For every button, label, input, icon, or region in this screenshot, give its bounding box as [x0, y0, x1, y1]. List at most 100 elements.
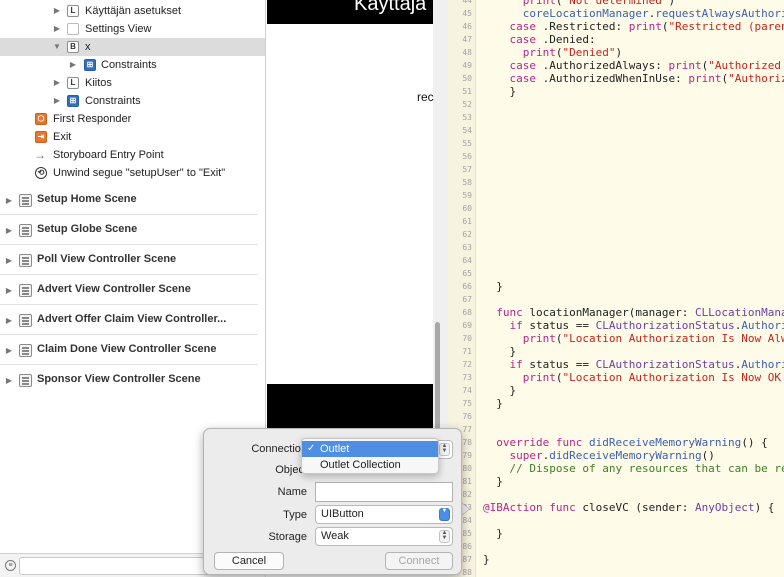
line-number: 69	[462, 321, 472, 330]
menu-item-outlet[interactable]: ✓ Outlet	[302, 441, 438, 457]
line-number: 54	[462, 126, 472, 135]
checkmark-icon: ✓	[307, 443, 316, 454]
outline-row-label: First Responder	[53, 113, 132, 125]
unwind-segue-icon: ⟲	[35, 167, 47, 179]
cancel-button[interactable]: Cancel	[214, 552, 284, 570]
menu-item-label: Outlet Collection	[320, 459, 401, 471]
line-number: 68	[462, 308, 472, 317]
line-number: 50	[462, 74, 472, 83]
scene-icon	[19, 254, 32, 267]
line-number: 70	[462, 334, 472, 343]
scene-advert-view-controller[interactable]: ▶ Advert View Controller Scene	[0, 275, 258, 305]
outline-row-label: Constraints	[85, 95, 141, 107]
line-number: 49	[462, 61, 472, 70]
first-responder-icon: ⬡	[35, 113, 47, 125]
view-controller-bottom-bar	[267, 384, 433, 430]
scene-icon	[19, 194, 32, 207]
outline-row-kayttajan-asetukset[interactable]: ▶ L Käyttäjän asetukset	[0, 2, 265, 20]
disclosure-triangle-icon[interactable]: ▶	[52, 74, 62, 92]
scene-icon	[19, 374, 32, 387]
line-number: 63	[462, 243, 472, 252]
code-line: }	[483, 397, 503, 410]
filter-icon[interactable]: ≡	[5, 560, 16, 571]
outline-row-settings-view[interactable]: ▶ Settings View	[0, 20, 265, 38]
view-controller-view[interactable]: rec	[267, 24, 434, 384]
constraints-icon: ⊞	[67, 95, 79, 107]
outline-row-constraints[interactable]: ▶ ⊞ Constraints	[0, 56, 265, 74]
disclosure-triangle-icon[interactable]: ▶	[4, 286, 14, 295]
scene-advert-offer-claim[interactable]: ▶ Advert Offer Claim View Controller...	[0, 305, 258, 335]
disclosure-triangle-icon[interactable]: ▶	[68, 56, 78, 74]
code-line: func locationManager(manager: CLLocation…	[496, 306, 784, 319]
code-line: print("Location Authorization Is Now Alw	[522, 332, 784, 345]
outline-row-storyboard-entry-point[interactable]: → Storyboard Entry Point	[0, 146, 265, 164]
scene-icon	[19, 224, 32, 237]
scene-icon	[19, 314, 32, 327]
outline-row-x-button[interactable]: ▼ B x	[0, 38, 265, 56]
code-line: if status == CLAuthorizationStatus.Autho…	[509, 319, 784, 332]
code-line: print("Denied")	[522, 46, 623, 59]
connection-label: Connection	[251, 443, 307, 455]
line-number: 55	[462, 139, 472, 148]
line-number: 64	[462, 256, 472, 265]
code-editor[interactable]: 44 45 46 47 48 49 50 51 52 53 54 55 56 57 58 59 60 61 62 63…	[448, 0, 784, 577]
line-number: 72	[462, 360, 472, 369]
code-line: print("Not determined")	[522, 0, 676, 7]
label-icon: L	[67, 77, 79, 89]
type-combo[interactable]: UIButton ▼	[315, 505, 453, 524]
code-line: if status == CLAuthorizationStatus.Autho…	[509, 358, 784, 371]
scene-claim-done[interactable]: ▶ Claim Done View Controller Scene	[0, 335, 258, 365]
code-line: case .AuthorizedAlways: print("Authorize…	[509, 59, 782, 72]
line-number: 71	[462, 347, 472, 356]
scene-label: Claim Done View Controller Scene	[37, 343, 217, 355]
outline-row-first-responder[interactable]: ⬡ First Responder	[0, 110, 265, 128]
stepper-icon: ▲ ▼	[439, 530, 450, 543]
code-line: }	[483, 280, 503, 293]
line-number: 56	[462, 152, 472, 161]
disclosure-triangle-icon[interactable]: ▶	[4, 316, 14, 325]
outline-row-label: Storyboard Entry Point	[53, 149, 164, 161]
line-number: 73	[462, 373, 472, 382]
line-number: 60	[462, 204, 472, 213]
connect-button[interactable]: Connect	[385, 552, 453, 570]
disclosure-triangle-icon[interactable]: ▶	[4, 196, 14, 205]
outline-row-label: Käyttäjän asetukset	[85, 5, 182, 17]
outline-row-kiitos[interactable]: ▶ L Kiitos	[0, 74, 265, 92]
storage-select[interactable]: Weak ▲ ▼	[315, 527, 453, 546]
scene-sponsor-view-controller[interactable]: ▶ Sponsor View Controller Scene	[0, 365, 258, 395]
menu-item-outlet-collection[interactable]: Outlet Collection	[302, 457, 438, 473]
chevron-down-icon[interactable]: ▼	[439, 508, 450, 521]
disclosure-triangle-icon[interactable]: ▶	[4, 346, 14, 355]
menu-item-label: Outlet	[320, 443, 350, 455]
line-number: 61	[462, 217, 472, 226]
type-label: Type	[283, 509, 307, 521]
scene-label: Sponsor View Controller Scene	[37, 373, 201, 385]
scene-label: Setup Home Scene	[37, 193, 137, 205]
name-input[interactable]	[315, 482, 453, 502]
code-line: // Dispose of any resources that can be …	[509, 462, 784, 475]
canvas-label: rec	[417, 90, 434, 104]
disclosure-triangle-icon[interactable]: ▶	[52, 20, 62, 38]
disclosure-triangle-open-icon[interactable]: ▼	[52, 38, 62, 56]
outline-row-constraints[interactable]: ▶ ⊞ Constraints	[0, 92, 265, 110]
outline-row-unwind-segue[interactable]: ⟲ Unwind segue "setupUser" to "Exit"	[0, 164, 265, 182]
scene-label: Advert Offer Claim View Controller...	[37, 313, 227, 325]
view-controller-navbar: Käyttäjä	[267, 0, 433, 24]
storage-label: Storage	[268, 531, 307, 543]
outline-row-exit[interactable]: ⇥ Exit	[0, 128, 265, 146]
scene-label: Poll View Controller Scene	[37, 253, 177, 265]
scene-icon	[19, 344, 32, 357]
navbar-title: Käyttäjä	[354, 0, 427, 15]
disclosure-triangle-icon[interactable]: ▶	[52, 2, 62, 20]
disclosure-triangle-icon[interactable]: ▶	[4, 376, 14, 385]
disclosure-triangle-icon[interactable]: ▶	[4, 226, 14, 235]
scene-poll-view-controller[interactable]: ▶ Poll View Controller Scene	[0, 245, 258, 275]
line-number: 75	[462, 399, 472, 408]
scene-icon	[19, 284, 32, 297]
vertical-scrollbar[interactable]	[435, 322, 440, 432]
disclosure-triangle-icon[interactable]: ▶	[52, 92, 62, 110]
scene-setup-home[interactable]: ▶ Setup Home Scene	[0, 185, 258, 215]
disclosure-triangle-icon[interactable]: ▶	[4, 256, 14, 265]
scene-setup-globe[interactable]: ▶ Setup Globe Scene	[0, 215, 258, 245]
line-number: 74	[462, 386, 472, 395]
